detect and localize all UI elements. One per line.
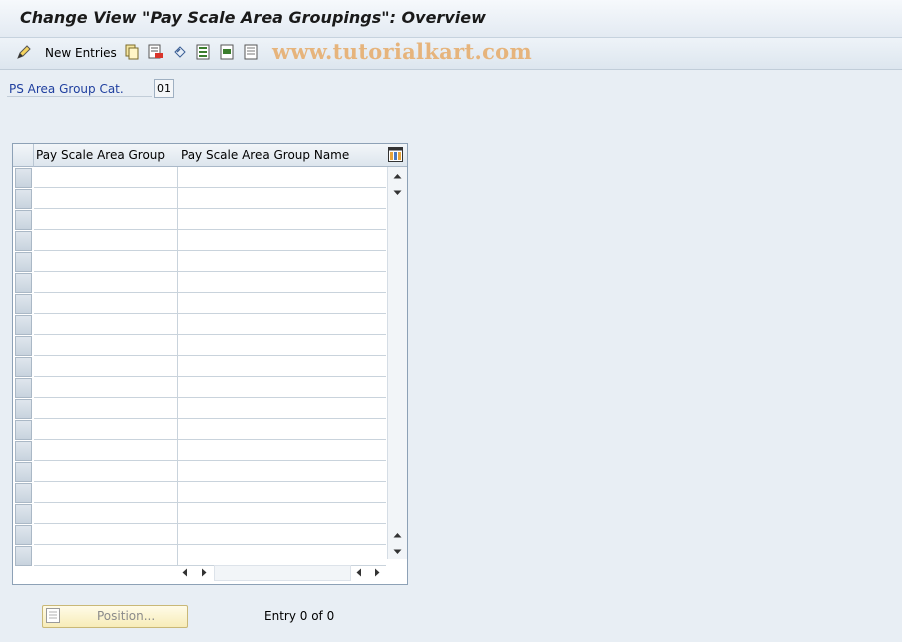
label-underline bbox=[7, 96, 152, 97]
page-title: Change View "Pay Scale Area Groupings": … bbox=[20, 8, 486, 27]
row-selector[interactable] bbox=[15, 525, 32, 545]
scroll-right-end-icon[interactable] bbox=[372, 567, 382, 578]
table-row[interactable] bbox=[34, 377, 386, 398]
table-row[interactable] bbox=[34, 524, 386, 545]
table-control: Pay Scale Area Group Pay Scale Area Grou… bbox=[12, 143, 408, 585]
table-row[interactable] bbox=[34, 503, 386, 524]
scroll-up-icon[interactable] bbox=[392, 171, 403, 182]
edit-icon[interactable] bbox=[16, 44, 32, 60]
row-selector[interactable] bbox=[15, 399, 32, 419]
table-row[interactable] bbox=[34, 461, 386, 482]
scroll-right-icon[interactable] bbox=[199, 567, 209, 578]
pay-scale-area-group-cell[interactable] bbox=[34, 545, 178, 565]
table-settings-header[interactable] bbox=[386, 144, 407, 167]
pay-scale-area-group-cell[interactable] bbox=[34, 188, 178, 208]
scroll-down-icon[interactable] bbox=[392, 546, 403, 557]
column-header-pay-scale-area-group[interactable]: Pay Scale Area Group bbox=[34, 144, 180, 167]
row-selector[interactable] bbox=[15, 231, 32, 251]
row-selector[interactable] bbox=[15, 336, 32, 356]
delete-icon[interactable] bbox=[148, 44, 164, 60]
row-selector[interactable] bbox=[15, 189, 32, 209]
table-row[interactable] bbox=[34, 314, 386, 335]
pay-scale-area-group-cell[interactable] bbox=[34, 440, 178, 460]
ps-area-group-cat-field[interactable]: 01 bbox=[154, 79, 174, 98]
pay-scale-area-group-cell[interactable] bbox=[34, 398, 178, 418]
table-row[interactable] bbox=[34, 419, 386, 440]
position-icon bbox=[46, 608, 60, 623]
pay-scale-area-group-cell[interactable] bbox=[34, 230, 178, 250]
table-settings-icon[interactable] bbox=[388, 147, 403, 162]
scroll-left-icon[interactable] bbox=[180, 567, 190, 578]
row-selector[interactable] bbox=[15, 294, 32, 314]
table-row[interactable] bbox=[34, 272, 386, 293]
pay-scale-area-group-cell[interactable] bbox=[34, 272, 178, 292]
pay-scale-area-group-cell[interactable] bbox=[34, 314, 178, 334]
pay-scale-area-group-cell[interactable] bbox=[34, 524, 178, 544]
pay-scale-area-group-cell[interactable] bbox=[34, 356, 178, 376]
table-row[interactable] bbox=[34, 167, 386, 188]
page-up-icon[interactable] bbox=[392, 530, 403, 541]
table-row[interactable] bbox=[34, 545, 386, 566]
row-selector[interactable] bbox=[15, 483, 32, 503]
position-button-label: Position... bbox=[97, 609, 156, 623]
column-header-pay-scale-area-group-name[interactable]: Pay Scale Area Group Name bbox=[179, 144, 388, 167]
entry-count: Entry 0 of 0 bbox=[264, 609, 335, 623]
row-selector[interactable] bbox=[15, 168, 32, 188]
row-selector[interactable] bbox=[15, 252, 32, 272]
select-all-icon[interactable] bbox=[196, 44, 212, 60]
table-row[interactable] bbox=[34, 356, 386, 377]
deselect-all-icon[interactable] bbox=[244, 44, 260, 60]
row-selector[interactable] bbox=[15, 462, 32, 482]
table-row[interactable] bbox=[34, 209, 386, 230]
title-bar: Change View "Pay Scale Area Groupings": … bbox=[0, 0, 902, 38]
pay-scale-area-group-cell[interactable] bbox=[34, 377, 178, 397]
row-selector[interactable] bbox=[15, 441, 32, 461]
undo-icon[interactable] bbox=[172, 44, 188, 60]
row-selector[interactable] bbox=[15, 420, 32, 440]
row-selector[interactable] bbox=[15, 546, 32, 566]
pay-scale-area-group-cell[interactable] bbox=[34, 461, 178, 481]
row-selector[interactable] bbox=[15, 504, 32, 524]
row-selector[interactable] bbox=[15, 378, 32, 398]
table-row[interactable] bbox=[34, 482, 386, 503]
table-row[interactable] bbox=[34, 335, 386, 356]
pay-scale-area-group-cell[interactable] bbox=[34, 293, 178, 313]
select-all-rows-header[interactable] bbox=[13, 144, 34, 167]
row-selector[interactable] bbox=[15, 357, 32, 377]
horizontal-scrollbar[interactable] bbox=[177, 564, 387, 581]
scroll-left-end-icon[interactable] bbox=[354, 567, 364, 578]
copy-icon[interactable] bbox=[124, 44, 140, 60]
page-down-icon[interactable] bbox=[392, 187, 403, 198]
pay-scale-area-group-cell[interactable] bbox=[34, 335, 178, 355]
position-button[interactable]: Position... bbox=[42, 605, 188, 628]
table-row[interactable] bbox=[34, 188, 386, 209]
vertical-scrollbar[interactable] bbox=[387, 167, 407, 559]
pay-scale-area-group-cell[interactable] bbox=[34, 251, 178, 271]
table-row[interactable] bbox=[34, 398, 386, 419]
horizontal-scroll-track[interactable] bbox=[214, 565, 351, 581]
pay-scale-area-group-cell[interactable] bbox=[34, 419, 178, 439]
pay-scale-area-group-cell[interactable] bbox=[34, 482, 178, 502]
application-toolbar: New Entries www.tutorialkart.com bbox=[0, 38, 902, 70]
row-selector[interactable] bbox=[15, 210, 32, 230]
pay-scale-area-group-cell[interactable] bbox=[34, 209, 178, 229]
row-selector[interactable] bbox=[15, 315, 32, 335]
table-row[interactable] bbox=[34, 293, 386, 314]
select-block-icon[interactable] bbox=[220, 44, 236, 60]
new-entries-button[interactable]: New Entries bbox=[45, 46, 117, 60]
table-row[interactable] bbox=[34, 230, 386, 251]
ps-area-group-cat-label: PS Area Group Cat. bbox=[9, 82, 124, 96]
row-selector[interactable] bbox=[15, 273, 32, 293]
table-row[interactable] bbox=[34, 440, 386, 461]
pay-scale-area-group-cell[interactable] bbox=[34, 167, 178, 187]
pay-scale-area-group-cell[interactable] bbox=[34, 503, 178, 523]
table-row[interactable] bbox=[34, 251, 386, 272]
watermark: www.tutorialkart.com bbox=[272, 39, 532, 64]
